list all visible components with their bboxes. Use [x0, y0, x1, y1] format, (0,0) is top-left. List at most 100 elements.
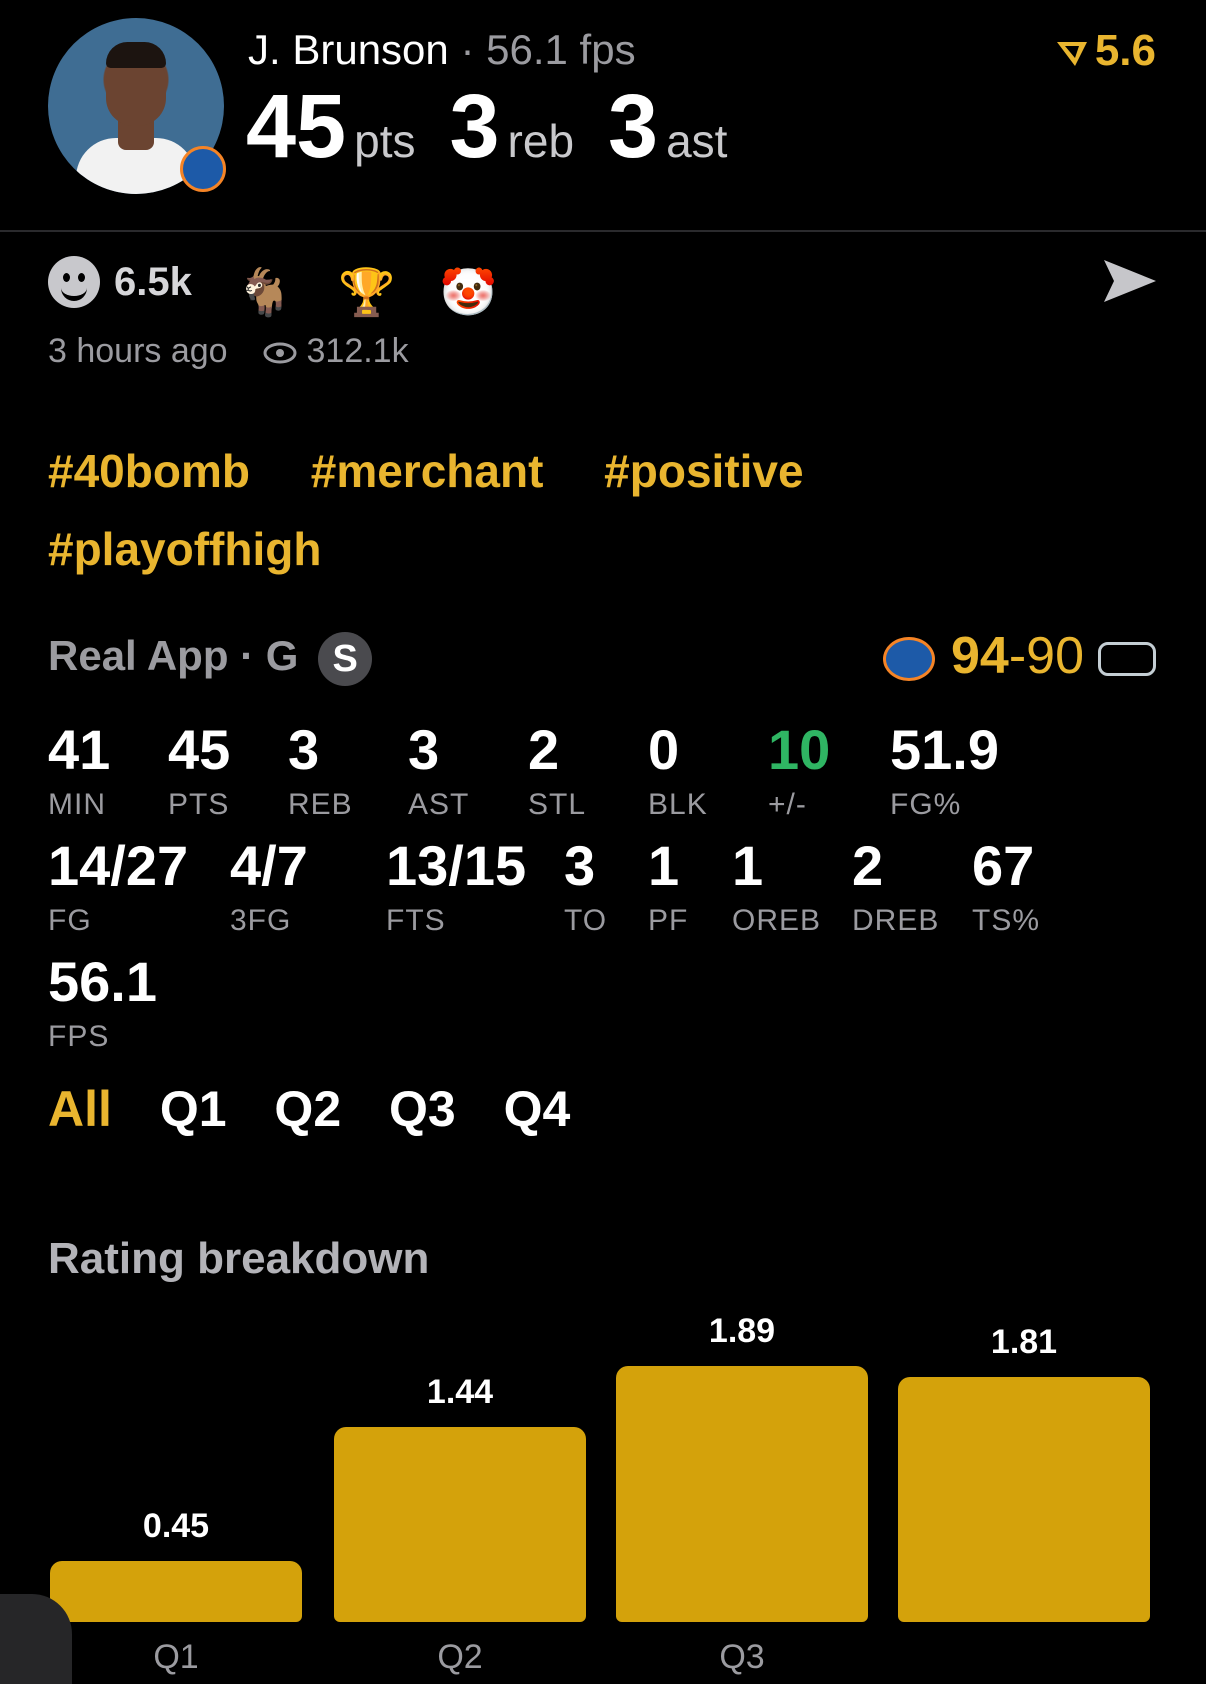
stat-plus-minus: 10 +/- [768, 722, 830, 822]
stat-fg: 14/27 FG [48, 838, 188, 938]
stat-value: 45 [168, 718, 231, 781]
stat-label: MIN [48, 788, 106, 821]
stat-label: +/- [768, 788, 807, 821]
source-name: Real App [48, 632, 229, 680]
player-fps: 56.1 fps [486, 26, 636, 73]
eye-icon [263, 334, 297, 373]
stat-label: TS% [972, 904, 1041, 937]
stat-pts: 45 PTS [168, 722, 230, 822]
stat-label: REB [288, 788, 353, 821]
stat-label: 3FG [230, 904, 292, 937]
hashtag[interactable]: #playoffhigh [48, 523, 321, 575]
stat-fps: 56.1 FPS [48, 954, 157, 1054]
score-dash: - [1008, 627, 1027, 685]
tab-all[interactable]: All [48, 1081, 112, 1137]
tab-q3[interactable]: Q3 [389, 1081, 456, 1137]
game-source: Real App · G S [48, 632, 373, 686]
pts-value: 45 [246, 77, 347, 177]
reb-value: 3 [449, 77, 500, 177]
stat-oreb: 1 OREB [732, 838, 821, 938]
separator: · [460, 26, 475, 73]
stat-fg-pct: 51.9 FG% [890, 722, 999, 822]
stat-label: STL [528, 788, 587, 821]
rating-badge[interactable]: 5.6 [1055, 26, 1156, 76]
quarter-tabs: All Q1 Q2 Q3 Q4 [48, 1080, 604, 1138]
stat-label: OREB [732, 904, 822, 937]
stat-value: 1 [732, 834, 764, 897]
knicks-logo-icon [180, 146, 226, 192]
share-send-icon[interactable] [1102, 256, 1158, 319]
rating-breakdown-title: Rating breakdown [48, 1234, 430, 1283]
goat-emoji-button[interactable]: 🐐 [236, 265, 293, 320]
stat-value: 56.1 [48, 950, 157, 1013]
chart-data-label: 1.44 [426, 1373, 494, 1411]
reaction-smile[interactable]: 6.5k [48, 256, 192, 308]
ast-unit: ast [666, 115, 728, 167]
chart-data-label: 0.45 [142, 1507, 210, 1545]
spurs-logo-icon [1098, 642, 1156, 677]
ast-value: 3 [608, 77, 659, 177]
stat-reb: 3 REB [288, 722, 353, 822]
stat-ts-pct: 67 TS% [972, 838, 1040, 938]
stat-label: PF [648, 904, 689, 937]
stat-to: 3 TO [564, 838, 607, 938]
stat-value: 3 [288, 718, 320, 781]
stat-label: BLK [648, 788, 708, 821]
stat-value: 14/27 [48, 834, 189, 897]
stat-value: 3 [564, 834, 596, 897]
stat-value: 10 [768, 718, 831, 781]
stat-value: 67 [972, 834, 1035, 897]
chart-bar [616, 1366, 868, 1622]
player-name: J. Brunson [248, 26, 449, 73]
stat-label: DREB [852, 904, 940, 937]
chart-data-label: 1.81 [990, 1323, 1058, 1361]
post-time: 3 hours ago [48, 332, 228, 370]
stat-stl: 2 STL [528, 722, 586, 822]
player-name-line[interactable]: J. Brunson · 56.1 fps [248, 26, 636, 74]
stat-value: 2 [528, 718, 560, 781]
stat-label: FTS [386, 904, 446, 937]
chart-bar [334, 1427, 586, 1622]
stat-label: PTS [168, 788, 230, 821]
starter-badge: S [318, 632, 373, 686]
reaction-count: 6.5k [114, 259, 192, 304]
rating-value: 5.6 [1094, 26, 1156, 75]
opponent-score: 90 [1026, 627, 1084, 685]
hashtag[interactable]: #positive [604, 445, 803, 497]
header-divider [0, 230, 1206, 232]
trophy-emoji-button[interactable]: 🏆 [338, 265, 395, 320]
hashtag[interactable]: #merchant [311, 445, 544, 497]
chart-bar [50, 1561, 302, 1622]
clown-emoji-button[interactable]: 🤡 [440, 265, 497, 320]
hashtag[interactable]: #40bomb [48, 445, 250, 497]
chart-bar [898, 1377, 1150, 1622]
stat-value: 1 [648, 834, 680, 897]
tab-q1[interactable]: Q1 [160, 1081, 227, 1137]
corner-overlay [0, 1594, 72, 1684]
tab-q2[interactable]: Q2 [274, 1081, 341, 1137]
headline-stats: 45 pts 3 reb 3 ast [246, 82, 761, 172]
stat-value: 4/7 [230, 834, 308, 897]
post-meta: 3 hours ago 312.1k [48, 332, 409, 373]
smile-icon [48, 256, 100, 308]
rating-arrow-icon [1056, 42, 1087, 67]
rating-breakdown-chart: 0.45 Q1 1.44 Q2 1.89 Q3 1.81 [0, 1300, 1206, 1684]
stat-min: 41 MIN [48, 722, 110, 822]
stat-value: 2 [852, 834, 884, 897]
stat-label: FG% [890, 788, 962, 821]
player-position: · G [240, 632, 299, 680]
stat-dreb: 2 DREB [852, 838, 939, 938]
chart-data-label: 1.89 [708, 1312, 776, 1350]
reb-unit: reb [507, 115, 575, 167]
tab-q4[interactable]: Q4 [504, 1081, 571, 1137]
stat-label: FG [48, 904, 92, 937]
stat-ast: 3 AST [408, 722, 469, 822]
game-score[interactable]: 94-90 [882, 626, 1156, 686]
stat-label: AST [408, 788, 470, 821]
stat-blk: 0 BLK [648, 722, 708, 822]
hashtag-list: #40bomb #merchant #positive #playoffhigh [48, 432, 1148, 588]
stat-fts: 13/15 FTS [386, 838, 526, 938]
stat-value: 3 [408, 718, 440, 781]
chart-category-label: Q1 [153, 1638, 199, 1676]
pts-unit: pts [354, 115, 416, 167]
